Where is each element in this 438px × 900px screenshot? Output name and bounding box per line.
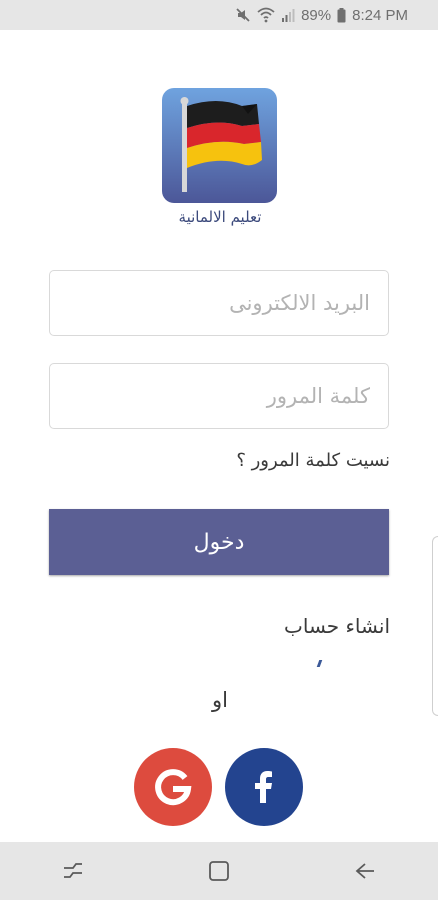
edge-panel-handle[interactable]: [432, 536, 438, 716]
app-logo: [162, 88, 277, 203]
status-bar: 89% 8:24 PM: [0, 0, 438, 30]
german-flag-icon: [162, 88, 277, 203]
facebook-login-button[interactable]: [225, 748, 303, 826]
google-login-button[interactable]: [134, 748, 212, 826]
recent-apps-button[interactable]: [53, 851, 93, 891]
clock: 8:24 PM: [352, 6, 408, 24]
email-field[interactable]: [50, 271, 388, 335]
navigation-bar: [0, 842, 438, 900]
wifi-icon: [257, 7, 275, 23]
create-account-link[interactable]: انشاء حساب: [284, 614, 390, 638]
login-button[interactable]: دخول: [49, 509, 389, 575]
app-name: تعليم الالمانية: [178, 208, 262, 226]
back-icon: [355, 863, 374, 879]
back-button[interactable]: [345, 851, 385, 891]
password-field-container: [49, 363, 389, 429]
battery-percent: 89%: [301, 6, 332, 24]
decorative-mark: [316, 660, 323, 667]
facebook-icon: [255, 771, 272, 803]
mute-icon: [235, 7, 251, 23]
battery-icon: [337, 7, 346, 23]
or-separator: او: [212, 688, 228, 712]
google-icon: [155, 769, 192, 806]
home-button[interactable]: [199, 851, 239, 891]
password-field[interactable]: [50, 364, 388, 428]
home-icon: [209, 861, 229, 881]
recent-apps-icon: [64, 863, 82, 878]
forgot-password-link[interactable]: نسيت كلمة المرور ؟: [236, 450, 390, 471]
email-field-container: [49, 270, 389, 336]
signal-icon: [281, 8, 295, 22]
